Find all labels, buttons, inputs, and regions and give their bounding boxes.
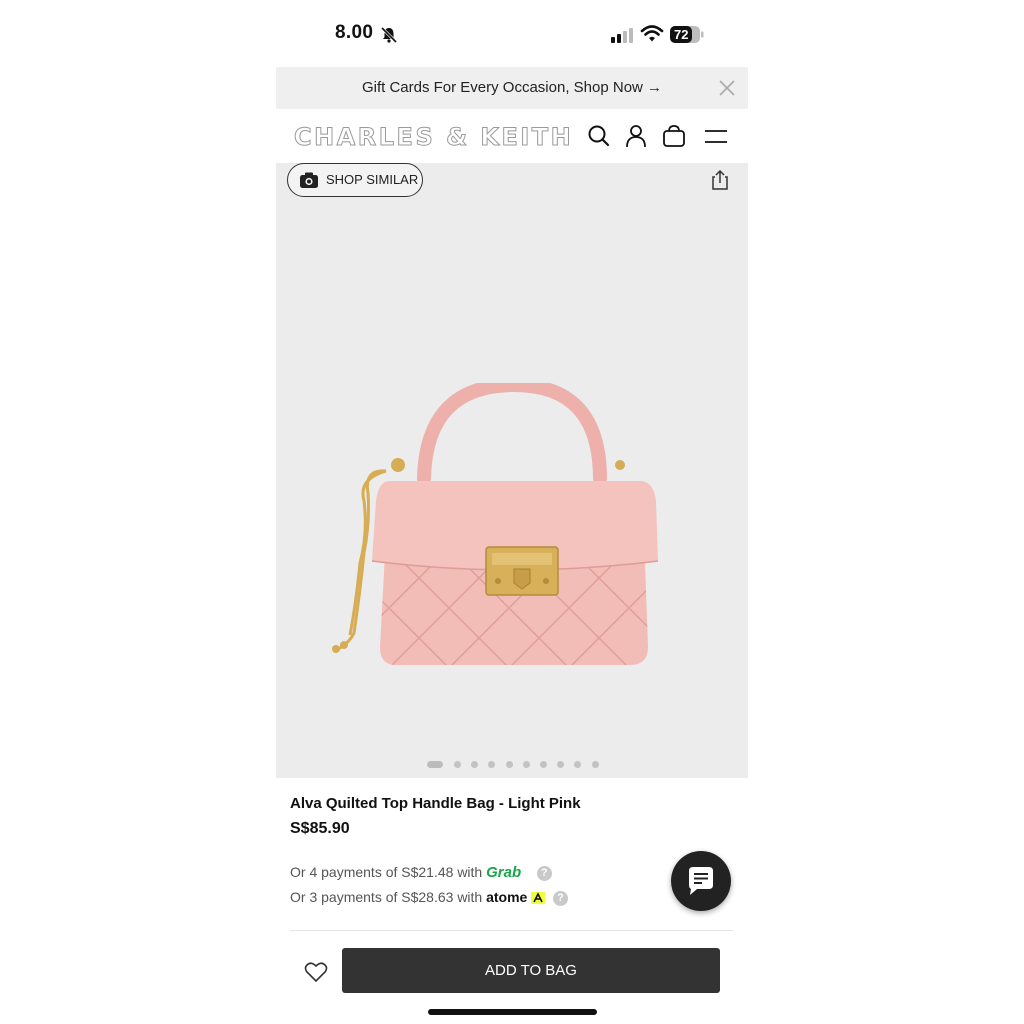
chat-icon: [689, 867, 713, 895]
shop-similar-button[interactable]: SHOP SIMILAR: [287, 163, 423, 197]
pagination-dot[interactable]: [591, 761, 599, 768]
camera-icon: [300, 172, 318, 188]
atome-installment-line: Or 3 payments of S$28.63 with atome ?: [290, 889, 569, 906]
product-photo-handbag: [332, 383, 659, 665]
battery-indicator: 72: [670, 26, 704, 43]
pagination-dot[interactable]: [505, 761, 513, 768]
pagination-dot[interactable]: [427, 761, 443, 768]
grab-installment-line: Or 4 payments of S$21.48 with Grab ?: [290, 864, 552, 881]
pagination-dot[interactable]: [488, 761, 496, 768]
pagination-dot[interactable]: [540, 761, 547, 768]
help-icon[interactable]: ?: [536, 865, 552, 881]
heart-icon[interactable]: [303, 959, 329, 985]
battery-level: 72: [674, 27, 689, 42]
brand-logo[interactable]: CHARLES & KEITH: [293, 123, 573, 152]
chat-button[interactable]: [671, 851, 731, 911]
divider: [290, 930, 733, 931]
pagination-dot[interactable]: [454, 761, 461, 768]
atome-mark-icon: [531, 892, 546, 905]
pagination-dot[interactable]: [574, 761, 582, 768]
bag-icon[interactable]: [661, 123, 687, 149]
product-title: Alva Quilted Top Handle Bag - Light Pink: [290, 795, 581, 812]
product-image-gallery[interactable]: SHOP SIMILAR: [276, 163, 748, 778]
atome-installment-text: Or 3 payments of S$28.63 with: [290, 889, 483, 905]
search-icon[interactable]: [586, 123, 612, 149]
grab-installment-text: Or 4 payments of S$21.48 with: [290, 864, 483, 880]
grab-logo: Grab: [486, 864, 522, 881]
bell-muted-icon: [380, 26, 398, 44]
wifi-icon: [640, 25, 664, 42]
share-icon[interactable]: [710, 169, 730, 191]
home-indicator: [428, 1009, 597, 1015]
shop-similar-label: SHOP SIMILAR: [326, 172, 419, 187]
close-icon[interactable]: [718, 79, 736, 97]
pagination-dot[interactable]: [522, 761, 530, 768]
help-icon[interactable]: ?: [553, 890, 569, 906]
menu-icon[interactable]: [703, 123, 729, 149]
product-price: S$85.90: [290, 820, 350, 837]
promo-banner: Gift Cards For Every Occasion, Shop Now …: [276, 67, 748, 109]
cellular-signal-icon: [611, 28, 633, 43]
site-header: CHARLES & KEITH: [276, 109, 748, 163]
add-to-bag-button[interactable]: ADD TO BAG: [342, 948, 720, 993]
atome-logo: atome: [486, 889, 528, 905]
pagination-dot[interactable]: [557, 761, 565, 768]
pagination-dot[interactable]: [471, 761, 479, 768]
account-icon[interactable]: [623, 123, 649, 149]
status-time: 8.00: [335, 22, 374, 43]
promo-link[interactable]: Gift Cards For Every Occasion, Shop Now …: [276, 79, 748, 96]
